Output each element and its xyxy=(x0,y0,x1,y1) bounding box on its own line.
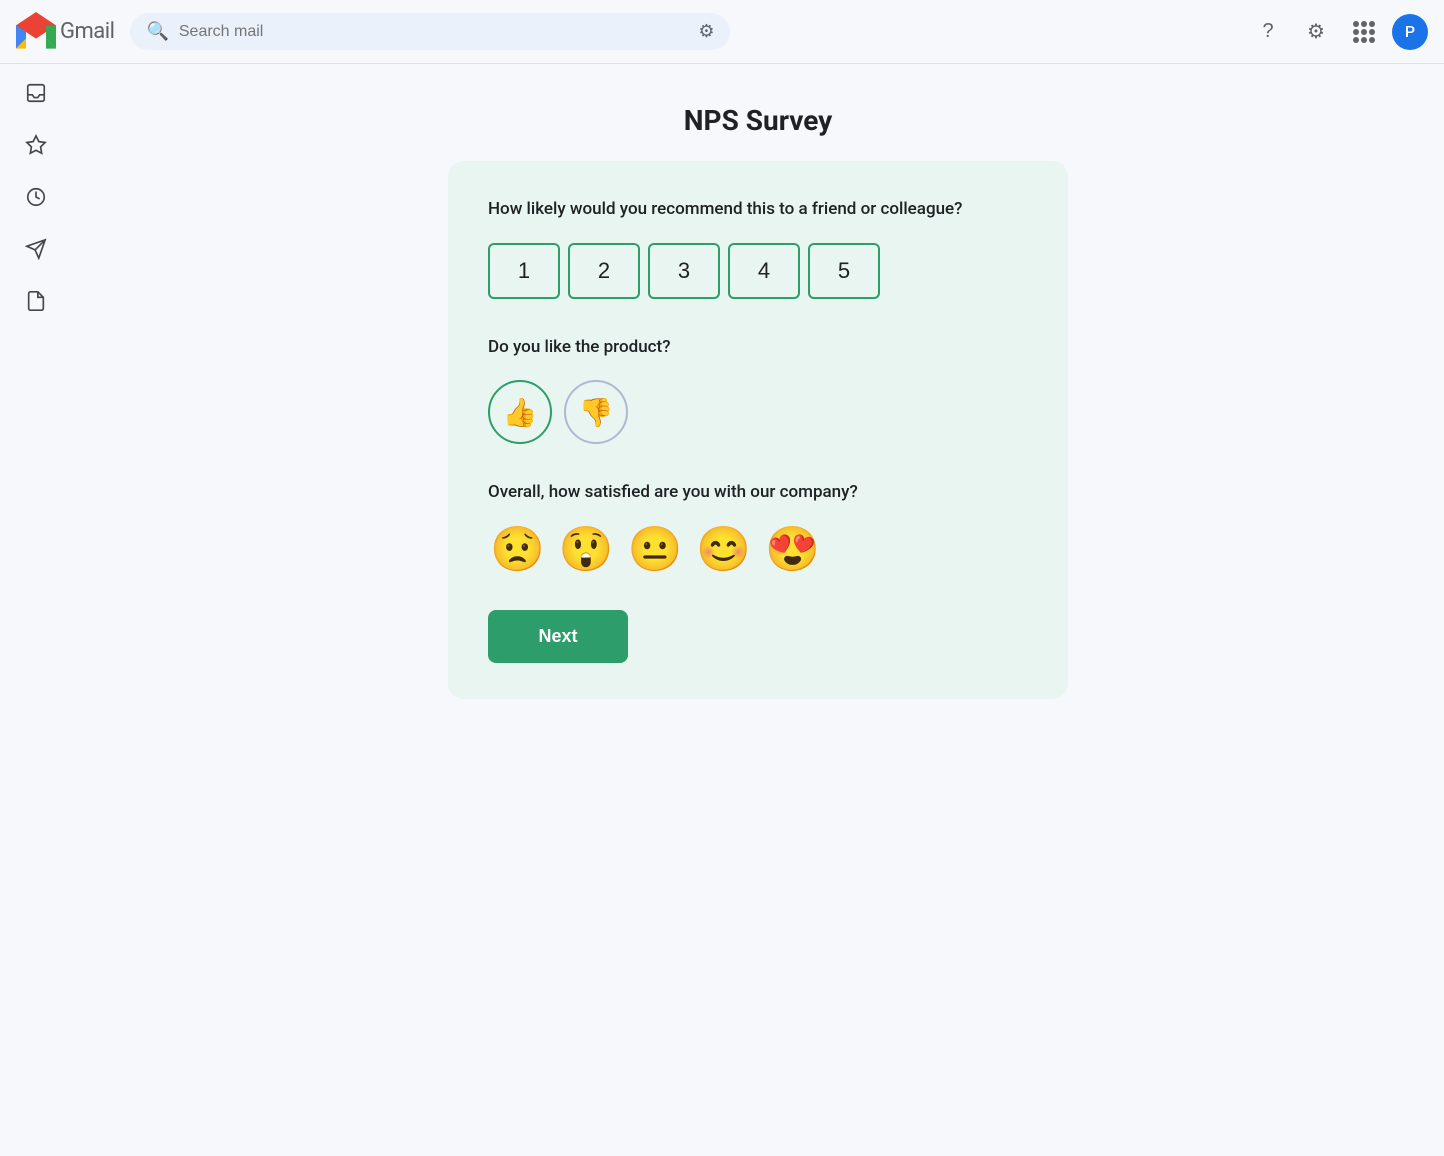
apps-button[interactable] xyxy=(1344,12,1384,52)
survey-card: How likely would you recommend this to a… xyxy=(448,161,1068,699)
sidebar-item-inbox[interactable] xyxy=(12,72,60,120)
thumbs-up-button[interactable]: 👍 xyxy=(488,380,552,444)
question-2: Do you like the product? xyxy=(488,335,1028,361)
content-area: NPS Survey How likely would you recommen… xyxy=(72,64,1444,1156)
sidebar-item-sent[interactable] xyxy=(12,228,60,276)
header-actions: ? ⚙ P xyxy=(1248,12,1428,52)
nps-btn-3[interactable]: 3 xyxy=(648,243,720,299)
sidebar xyxy=(0,64,72,1156)
avatar[interactable]: P xyxy=(1392,14,1428,50)
app-title: Gmail xyxy=(60,19,114,44)
app-header: Gmail 🔍 ⚙ ? ⚙ P xyxy=(0,0,1444,64)
clock-icon xyxy=(25,186,47,214)
help-icon: ? xyxy=(1262,20,1273,43)
gmail-logo-icon xyxy=(16,12,56,52)
survey-title: NPS Survey xyxy=(684,104,832,137)
sidebar-item-snoozed[interactable] xyxy=(12,176,60,224)
help-button[interactable]: ? xyxy=(1248,12,1288,52)
search-bar[interactable]: 🔍 ⚙ xyxy=(130,13,730,50)
nps-scale: 1 2 3 4 5 xyxy=(488,243,1028,299)
draft-icon xyxy=(25,290,47,318)
search-icon: 🔍 xyxy=(146,21,168,42)
question-1: How likely would you recommend this to a… xyxy=(488,197,1028,223)
emoji-btn-neutral[interactable]: 😐 xyxy=(626,526,685,574)
apps-grid-icon xyxy=(1353,21,1375,43)
sidebar-item-drafts[interactable] xyxy=(12,280,60,328)
inbox-icon xyxy=(25,82,47,110)
logo: Gmail xyxy=(16,12,114,52)
emoji-btn-sad[interactable]: 😟 xyxy=(488,526,547,574)
emoji-btn-happy[interactable]: 😊 xyxy=(694,526,753,574)
nps-btn-2[interactable]: 2 xyxy=(568,243,640,299)
star-icon xyxy=(25,134,47,162)
sidebar-item-starred[interactable] xyxy=(12,124,60,172)
next-button[interactable]: Next xyxy=(488,610,628,663)
nps-btn-5[interactable]: 5 xyxy=(808,243,880,299)
search-input[interactable] xyxy=(179,23,688,41)
settings-button[interactable]: ⚙ xyxy=(1296,12,1336,52)
thumbs-down-icon: 👎 xyxy=(579,396,614,429)
emoji-btn-surprised[interactable]: 😲 xyxy=(557,526,616,574)
thumbs-up-icon: 👍 xyxy=(503,396,538,429)
emoji-row: 😟 😲 😐 😊 😍 xyxy=(488,526,1028,574)
thumbs-down-button[interactable]: 👎 xyxy=(564,380,628,444)
filter-icon[interactable]: ⚙ xyxy=(698,21,714,42)
send-icon xyxy=(25,238,47,266)
emoji-btn-love[interactable]: 😍 xyxy=(763,526,822,574)
nps-btn-4[interactable]: 4 xyxy=(728,243,800,299)
thumbs-row: 👍 👎 xyxy=(488,380,1028,444)
nps-btn-1[interactable]: 1 xyxy=(488,243,560,299)
main-layout: NPS Survey How likely would you recommen… xyxy=(0,64,1444,1156)
question-3: Overall, how satisfied are you with our … xyxy=(488,480,1028,506)
settings-icon: ⚙ xyxy=(1307,19,1325,44)
